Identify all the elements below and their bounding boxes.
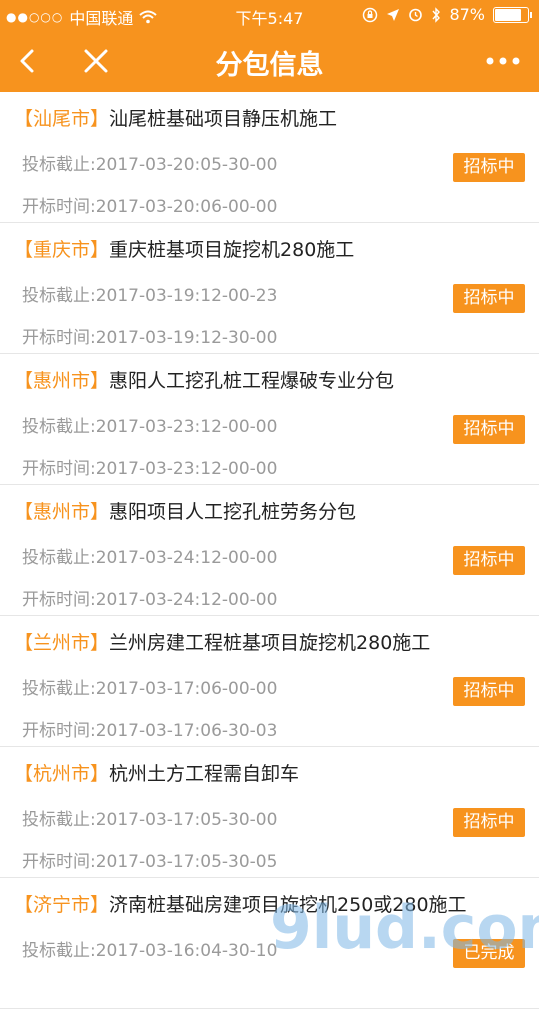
item-name: 惠阳项目人工挖孔桩劳务分包 bbox=[109, 501, 357, 523]
item-title: 【济宁市】济南桩基础房建项目旋挖机250或280施工 bbox=[14, 890, 467, 917]
item-title: 【兰州市】兰州房建工程桩基项目旋挖机280施工 bbox=[14, 628, 430, 655]
list-item[interactable]: 【惠州市】惠阳项目人工挖孔桩劳务分包 投标截止:2017-03-24:12-00… bbox=[0, 485, 539, 616]
deadline-label: 投标截止: bbox=[22, 286, 96, 306]
item-open-time: 开标时间:2017-03-19:12-30-00 bbox=[22, 323, 277, 348]
status-badge[interactable]: 招标中 bbox=[453, 284, 525, 313]
list-item[interactable]: 【兰州市】兰州房建工程桩基项目旋挖机280施工 投标截止:2017-03-17:… bbox=[0, 616, 539, 747]
item-name: 兰州房建工程桩基项目旋挖机280施工 bbox=[109, 632, 431, 654]
item-title: 【重庆市】重庆桩基项目旋挖机280施工 bbox=[14, 235, 354, 262]
alarm-icon bbox=[409, 8, 423, 22]
open-label: 开标时间: bbox=[22, 328, 96, 348]
item-title: 【汕尾市】汕尾桩基础项目静压机施工 bbox=[14, 104, 337, 131]
item-city: 【兰州市】 bbox=[14, 632, 110, 654]
open-label: 开标时间: bbox=[22, 852, 96, 872]
item-open-time: 开标时间:2017-03-17:06-30-03 bbox=[22, 716, 277, 741]
list-item[interactable]: 【济宁市】济南桩基础房建项目旋挖机250或280施工 投标截止:2017-03-… bbox=[0, 878, 539, 1009]
open-value: 2017-03-17:05-30-05 bbox=[95, 852, 278, 872]
item-name: 汕尾桩基础项目静压机施工 bbox=[109, 108, 338, 130]
open-label: 开标时间: bbox=[22, 590, 96, 610]
close-icon[interactable] bbox=[82, 46, 110, 76]
item-title: 【杭州市】杭州土方工程需自卸车 bbox=[14, 759, 299, 786]
item-open-time: 开标时间:2017-03-23:12-00-00 bbox=[22, 454, 277, 479]
bluetooth-icon bbox=[432, 6, 441, 23]
open-value: 2017-03-19:12-30-00 bbox=[95, 328, 278, 348]
open-value: 2017-03-23:12-00-00 bbox=[95, 459, 278, 479]
item-name: 重庆桩基项目旋挖机280施工 bbox=[109, 239, 355, 261]
list-item[interactable]: 【惠州市】惠阳人工挖孔桩工程爆破专业分包 投标截止:2017-03-23:12-… bbox=[0, 354, 539, 485]
item-name: 济南桩基础房建项目旋挖机250或280施工 bbox=[109, 894, 467, 916]
open-label: 开标时间: bbox=[22, 459, 96, 479]
battery-percent: 87% bbox=[449, 5, 485, 24]
open-value: 2017-03-17:06-30-03 bbox=[95, 721, 278, 741]
open-value: 2017-03-24:12-00-00 bbox=[95, 590, 278, 610]
back-icon[interactable] bbox=[14, 46, 42, 76]
status-badge[interactable]: 招标中 bbox=[453, 677, 525, 706]
open-label: 开标时间: bbox=[22, 197, 96, 217]
battery-level bbox=[495, 8, 521, 21]
deadline-value: 2017-03-19:12-00-23 bbox=[95, 286, 278, 306]
item-deadline: 投标截止:2017-03-19:12-00-23 bbox=[22, 281, 277, 306]
deadline-label: 投标截止: bbox=[22, 548, 96, 568]
item-deadline: 投标截止:2017-03-17:05-30-00 bbox=[22, 805, 277, 830]
item-city: 【惠州市】 bbox=[14, 501, 110, 523]
nav-bar: 分包信息 bbox=[0, 30, 539, 92]
status-badge[interactable]: 招标中 bbox=[453, 153, 525, 182]
location-icon bbox=[387, 8, 400, 21]
item-city: 【济宁市】 bbox=[14, 894, 110, 916]
deadline-label: 投标截止: bbox=[22, 417, 96, 437]
status-badge[interactable]: 招标中 bbox=[453, 546, 525, 575]
deadline-value: 2017-03-17:06-00-00 bbox=[95, 679, 278, 699]
item-open-time: 开标时间:2017-03-20:06-00-00 bbox=[22, 192, 277, 217]
item-city: 【汕尾市】 bbox=[14, 108, 110, 130]
item-open-time: 开标时间:2017-03-24:12-00-00 bbox=[22, 585, 277, 610]
item-city: 【重庆市】 bbox=[14, 239, 110, 261]
item-title: 【惠州市】惠阳人工挖孔桩工程爆破专业分包 bbox=[14, 366, 394, 393]
open-label: 开标时间: bbox=[22, 721, 96, 741]
item-name: 杭州土方工程需自卸车 bbox=[109, 763, 300, 785]
item-deadline: 投标截止:2017-03-17:06-00-00 bbox=[22, 674, 277, 699]
deadline-label: 投标截止: bbox=[22, 941, 96, 961]
deadline-label: 投标截止: bbox=[22, 155, 96, 175]
item-open-time: 开标时间:2017-03-17:05-30-05 bbox=[22, 847, 277, 872]
item-city: 【惠州市】 bbox=[14, 370, 110, 392]
deadline-value: 2017-03-20:05-30-00 bbox=[95, 155, 278, 175]
page-title: 分包信息 bbox=[215, 50, 324, 81]
status-right: 87% bbox=[362, 5, 532, 24]
item-deadline: 投标截止:2017-03-24:12-00-00 bbox=[22, 543, 277, 568]
more-icon[interactable] bbox=[485, 52, 521, 70]
status-bar: ●●○○○ 中国联通 下午5:47 87% bbox=[0, 0, 539, 30]
item-city: 【杭州市】 bbox=[14, 763, 110, 785]
open-value: 2017-03-20:06-00-00 bbox=[95, 197, 278, 217]
status-badge[interactable]: 招标中 bbox=[453, 808, 525, 837]
list-item[interactable]: 【重庆市】重庆桩基项目旋挖机280施工 投标截止:2017-03-19:12-0… bbox=[0, 223, 539, 354]
status-badge[interactable]: 已完成 bbox=[453, 939, 525, 968]
deadline-value: 2017-03-16:04-30-10 bbox=[95, 941, 278, 961]
status-badge[interactable]: 招标中 bbox=[453, 415, 525, 444]
item-deadline: 投标截止:2017-03-23:12-00-00 bbox=[22, 412, 277, 437]
list-item[interactable]: 【汕尾市】汕尾桩基础项目静压机施工 投标截止:2017-03-20:05-30-… bbox=[0, 92, 539, 223]
deadline-value: 2017-03-23:12-00-00 bbox=[95, 417, 278, 437]
deadline-value: 2017-03-24:12-00-00 bbox=[95, 548, 278, 568]
subcontract-list: 【汕尾市】汕尾桩基础项目静压机施工 投标截止:2017-03-20:05-30-… bbox=[0, 92, 539, 1009]
deadline-value: 2017-03-17:05-30-00 bbox=[95, 810, 278, 830]
deadline-label: 投标截止: bbox=[22, 679, 96, 699]
lock-rotation-icon bbox=[363, 7, 378, 22]
list-item[interactable]: 【杭州市】杭州土方工程需自卸车 投标截止:2017-03-17:05-30-00… bbox=[0, 747, 539, 878]
battery-icon bbox=[493, 6, 532, 23]
item-deadline: 投标截止:2017-03-16:04-30-10 bbox=[22, 936, 277, 961]
item-name: 惠阳人工挖孔桩工程爆破专业分包 bbox=[109, 370, 395, 392]
item-title: 【惠州市】惠阳项目人工挖孔桩劳务分包 bbox=[14, 497, 356, 524]
deadline-label: 投标截止: bbox=[22, 810, 96, 830]
item-deadline: 投标截止:2017-03-20:05-30-00 bbox=[22, 150, 277, 175]
